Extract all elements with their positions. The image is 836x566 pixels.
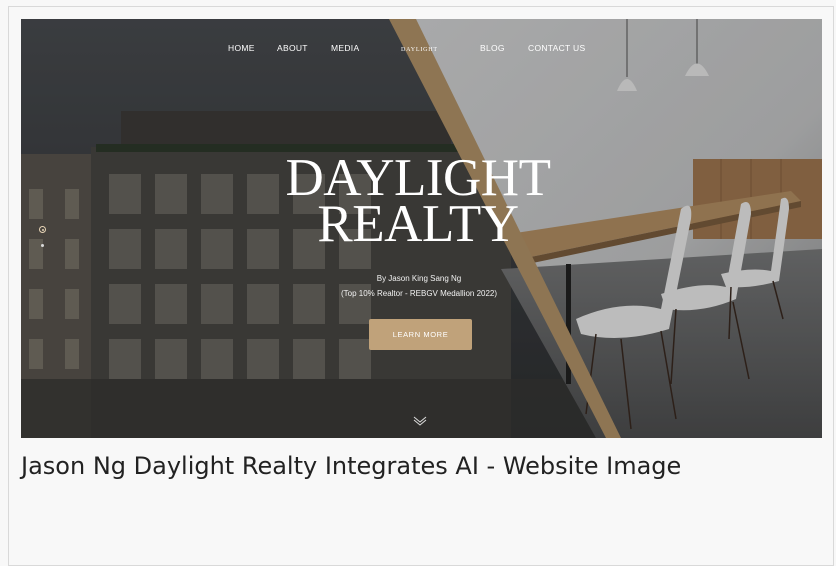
site-logo[interactable]: DAYLIGHT bbox=[401, 47, 438, 53]
hero-byline-name: By Jason King Sang Ng bbox=[376, 274, 462, 283]
hero-byline: By Jason King Sang Ng (Top 10% Realtor -… bbox=[291, 271, 547, 301]
slide-dot-active-icon[interactable] bbox=[39, 226, 46, 233]
nav-about[interactable]: ABOUT bbox=[277, 43, 308, 53]
image-caption: Jason Ng Daylight Realty Integrates AI -… bbox=[21, 452, 682, 480]
hero-title: DAYLIGHT REALTY bbox=[283, 152, 553, 253]
hero-title-line2: REALTY bbox=[317, 195, 519, 253]
hero-byline-credential: (Top 10% Realtor - REBGV Medallion 2022) bbox=[340, 289, 498, 298]
nav-media[interactable]: MEDIA bbox=[331, 43, 359, 53]
slide-indicator bbox=[39, 224, 49, 254]
chevron-down-icon[interactable] bbox=[413, 416, 427, 426]
learn-more-button[interactable]: LEARN MORE bbox=[369, 319, 472, 350]
website-hero-image: HOME ABOUT MEDIA DAYLIGHT BLOG CONTACT U… bbox=[21, 19, 822, 438]
nav-home[interactable]: HOME bbox=[228, 43, 255, 53]
slide-dot-icon[interactable] bbox=[41, 244, 44, 247]
nav-contact[interactable]: CONTACT US bbox=[528, 43, 585, 53]
nav-blog[interactable]: BLOG bbox=[480, 43, 505, 53]
site-nav: HOME ABOUT MEDIA DAYLIGHT BLOG CONTACT U… bbox=[21, 43, 822, 57]
